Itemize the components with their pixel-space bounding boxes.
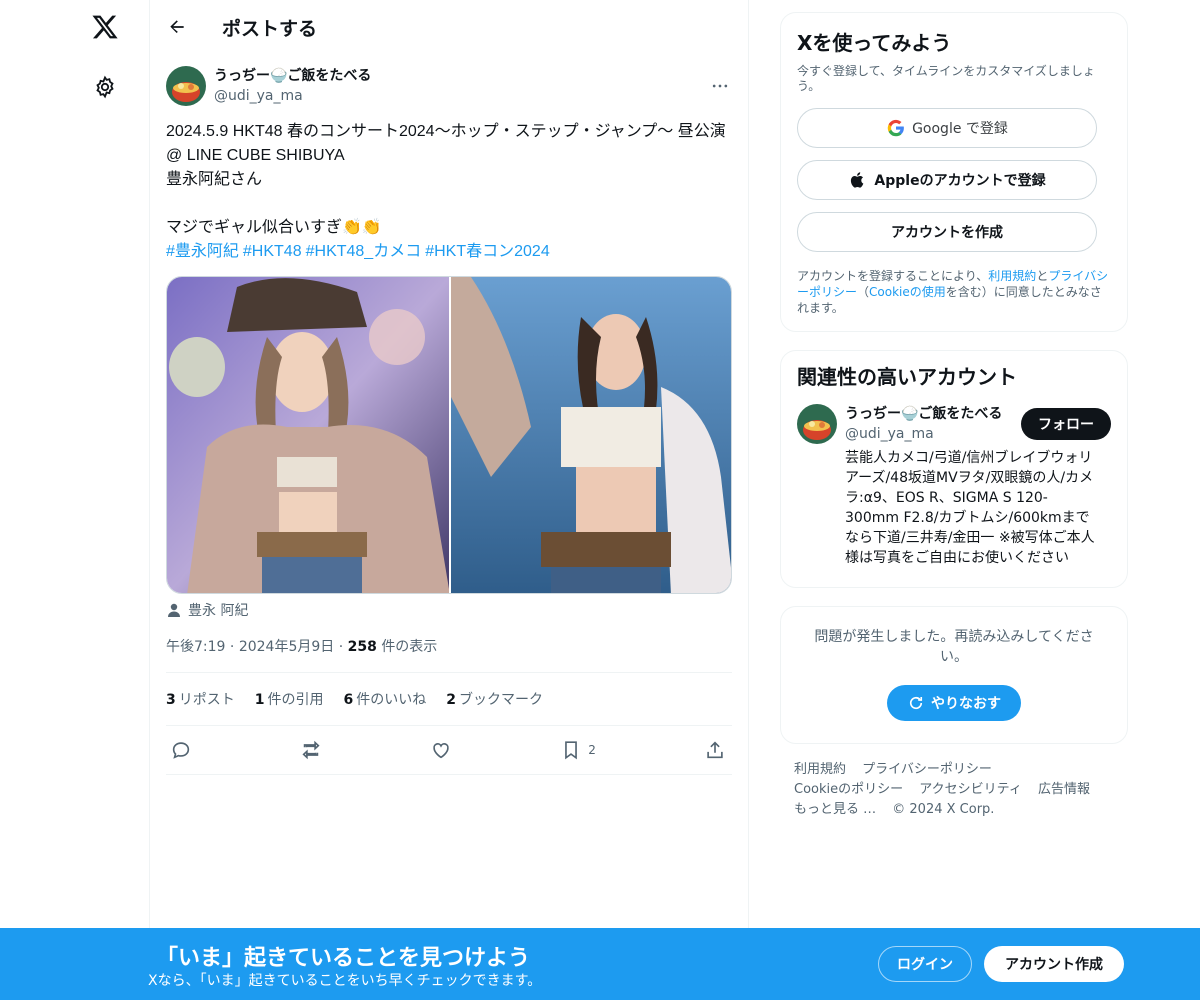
relevant-user-bio: 芸能人カメコ/弓道/信州ブレイブウォリアーズ/48坂道MVヲタ/双眼鏡の人/カメ…	[845, 450, 1095, 566]
bookmark-icon	[565, 741, 578, 760]
google-signup-button[interactable]: Google で登録	[797, 108, 1097, 148]
footer-link[interactable]: 利用規約	[794, 762, 846, 777]
tweet-meta: 午後7:19 · 2024年5月9日 · 258 件の表示	[166, 636, 732, 656]
page-header: ポストする	[150, 0, 748, 54]
reply-button[interactable]	[170, 739, 192, 761]
tagged-people[interactable]: 豊永 阿紀	[166, 600, 732, 620]
tweet: うっぢー🍚ご飯をたべる @udi_ya_ma 2024.5.9 HKT48 春の…	[150, 54, 748, 775]
footer-link[interactable]: もっと見る …	[794, 802, 876, 817]
error-card: 問題が発生しました。再読み込みしてください。 やりなおす	[780, 606, 1128, 744]
divider	[166, 774, 732, 775]
share-icon	[707, 741, 723, 759]
signup-card: Xを使ってみよう 今すぐ登録して、タイムラインをカスタマイズしましょう。 Goo…	[780, 12, 1128, 332]
reposts-stat[interactable]: 3 リポスト	[166, 689, 235, 709]
signup-subtitle: 今すぐ登録して、タイムラインをカスタマイズしましょう。	[797, 64, 1095, 93]
author-handle[interactable]: @udi_ya_ma	[214, 86, 371, 106]
repost-icon	[302, 740, 320, 760]
relevant-user[interactable]: うっぢー🍚ご飯をたべる @udi_ya_ma 芸能人カメコ/弓道/信州ブレイブウ…	[797, 404, 1111, 568]
tagged-person-name: 豊永 阿紀	[188, 603, 249, 619]
hashtag-list: #豊永阿紀 #HKT48 #HKT48_カメコ #HKT春コン2024	[166, 240, 732, 264]
hashtag[interactable]: #HKT春コン2024	[425, 243, 550, 260]
tweet-photo-right[interactable]	[449, 277, 731, 593]
views-label: 件の表示	[381, 639, 438, 655]
back-arrow-icon[interactable]	[166, 16, 188, 38]
person-icon	[166, 602, 182, 618]
author-text: うっぢー🍚ご飯をたべる @udi_ya_ma	[214, 66, 371, 106]
left-nav	[0, 0, 150, 1000]
tweet-author: うっぢー🍚ご飯をたべる @udi_ya_ma	[166, 64, 732, 108]
gear-icon[interactable]	[90, 72, 120, 102]
copyright: © 2024 X Corp.	[892, 802, 995, 817]
tweet-actions: 2	[166, 726, 732, 774]
bookmark-button[interactable]: 2	[560, 739, 596, 761]
apple-signup-button[interactable]: Appleのアカウントで登録	[797, 160, 1097, 200]
terms-link[interactable]: 利用規約	[988, 269, 1036, 283]
banner-title: 「いま」起きていることを見つけよう	[156, 946, 531, 971]
page-title: ポストする	[222, 17, 318, 40]
footer-link[interactable]: Cookieのポリシー	[794, 782, 903, 797]
like-button[interactable]	[430, 739, 452, 761]
google-signup-label: Google で登録	[912, 121, 1008, 137]
google-icon	[886, 118, 906, 138]
bookmarks-stat[interactable]: 2 ブックマーク	[446, 689, 543, 709]
retry-label: やりなおす	[931, 696, 1001, 712]
meta-separator: ·	[229, 639, 239, 655]
likes-stat[interactable]: 6 件のいいね	[344, 689, 427, 709]
legal-text: アカウントを登録することにより、利用規約とプライバシーポリシー（Cookieの使…	[797, 269, 1109, 315]
repost-button[interactable]	[300, 739, 322, 761]
quotes-stat[interactable]: 1 件の引用	[255, 689, 324, 709]
hashtag[interactable]: #HKT48	[243, 243, 302, 260]
signup-banner: 「いま」起きていることを見つけよう Xなら、「いま」起きていることをいち早くチェ…	[0, 928, 1200, 1000]
heart-icon	[433, 743, 449, 759]
more-options-icon[interactable]	[708, 74, 732, 98]
reply-icon	[172, 742, 190, 759]
follow-button[interactable]: フォロー	[1021, 408, 1111, 440]
avatar[interactable]	[166, 66, 206, 106]
create-account-label: アカウントを作成	[891, 225, 1003, 241]
tweet-date[interactable]: 2024年5月9日	[239, 639, 334, 655]
hashtag[interactable]: #HKT48_カメコ	[306, 243, 422, 260]
footer-links: 利用規約 プライバシーポリシー Cookieのポリシー アクセシビリティ 広告情…	[794, 760, 1114, 820]
author-name[interactable]: うっぢー🍚ご飯をたべる	[214, 66, 371, 86]
tweet-photo-left[interactable]	[167, 277, 449, 593]
hashtag[interactable]: #豊永阿紀	[166, 243, 239, 260]
tweet-media	[166, 276, 732, 594]
share-button[interactable]	[704, 739, 726, 761]
tweet-text: 2024.5.9 HKT48 春のコンサート2024〜ホップ・ステップ・ジャンプ…	[166, 123, 726, 236]
main-column: ポストする うっぢー🍚ご飯をたべる @udi_ya_ma 2024.5.9 HK…	[149, 0, 749, 1000]
create-account-banner-button[interactable]: アカウント作成	[984, 946, 1124, 982]
tweet-time[interactable]: 午後7:19	[166, 639, 225, 655]
footer-link[interactable]: アクセシビリティ	[919, 782, 1022, 797]
refresh-icon	[909, 696, 923, 710]
relevant-title: 関連性の高いアカウント	[797, 365, 1017, 389]
meta-separator: ·	[338, 639, 348, 655]
footer-link[interactable]: プライバシーポリシー	[862, 762, 992, 777]
relevant-accounts-card: 関連性の高いアカウント うっぢー🍚ご飯をたべる @udi_ya_ma 芸能人カメ…	[780, 350, 1128, 588]
footer-link[interactable]: 広告情報	[1038, 782, 1090, 797]
signup-title: Xを使ってみよう	[797, 31, 952, 55]
cookie-link[interactable]: Cookieの使用	[869, 285, 946, 299]
bookmark-count: 2	[588, 743, 596, 757]
retry-button[interactable]: やりなおす	[887, 685, 1021, 721]
views-count: 258	[347, 639, 377, 655]
error-message: 問題が発生しました。再読み込みしてください。	[814, 629, 1094, 665]
apple-icon	[848, 170, 868, 190]
apple-signup-label: Appleのアカウントで登録	[874, 173, 1046, 189]
tweet-stats: 3 リポスト 1 件の引用 6 件のいいね 2 ブックマーク	[166, 673, 732, 725]
x-logo-icon[interactable]	[88, 10, 122, 44]
banner-subtitle: Xなら、「いま」起きていることをいち早くチェックできます。	[148, 973, 542, 989]
create-account-button[interactable]: アカウントを作成	[797, 212, 1097, 252]
login-button[interactable]: ログイン	[878, 946, 972, 982]
avatar[interactable]	[797, 404, 837, 444]
